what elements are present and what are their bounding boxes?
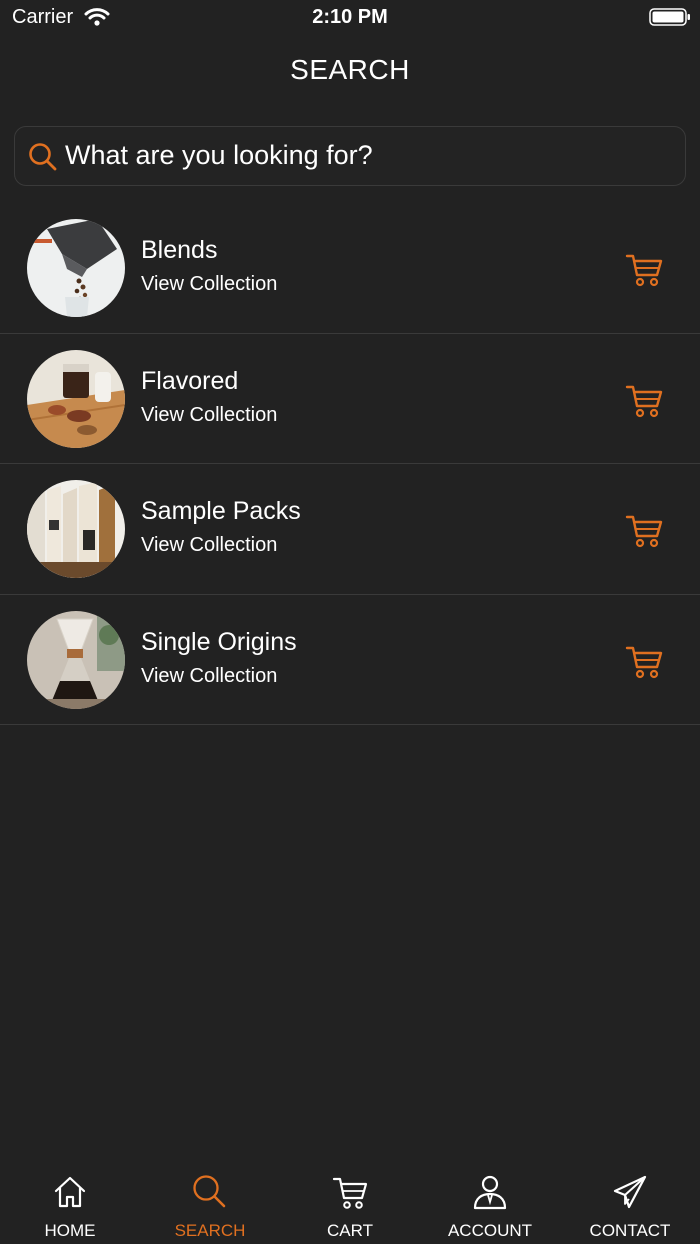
account-icon [472,1174,508,1210]
page-title: SEARCH [290,54,410,85]
search-input[interactable] [65,127,675,184]
tab-home[interactable]: HOME [0,1164,140,1244]
item-title: Blends [141,236,218,264]
list-item[interactable]: Single Origins View Collection [0,595,700,725]
item-subtitle: View Collection [141,664,278,687]
tab-label: CONTACT [589,1221,671,1240]
cart-icon [332,1174,368,1210]
list-item[interactable]: Blends View Collection [0,203,700,334]
paper-plane-icon [612,1174,648,1210]
tab-bar: HOME SEARCH CART ACCOUNT CONTACT [0,1164,700,1244]
search-icon [192,1174,228,1210]
tab-search[interactable]: SEARCH [140,1164,280,1244]
collection-list: Blends View Collection Flavored View Col… [0,203,700,725]
item-title: Sample Packs [141,497,301,525]
coffee-beans-pouring-photo [27,219,125,317]
item-title: Single Origins [141,627,297,656]
tab-cart[interactable]: CART [280,1164,420,1244]
coffee-bags-on-shelf-photo [27,480,125,578]
search-bar[interactable] [14,126,686,186]
tab-label: CART [327,1221,373,1240]
item-title: Flavored [141,366,239,395]
list-item[interactable]: Sample Packs View Collection [0,464,700,595]
item-subtitle: View Collection [141,403,278,426]
add-to-cart-icon[interactable] [624,249,664,289]
chemex-coffee-maker-photo [27,610,125,709]
status-time: 2:10 PM [312,6,388,28]
list-item[interactable]: Flavored View Collection [0,334,700,464]
status-bar: Carrier 2:10 PM [0,0,700,36]
tab-account[interactable]: ACCOUNT [420,1164,560,1244]
search-icon [28,142,58,172]
tab-label: ACCOUNT [447,1221,533,1240]
item-subtitle: View Collection [141,273,278,295]
search-screen: Carrier 2:10 PM SEARCH What are you look… [0,0,700,1244]
item-subtitle: View Collection [141,534,278,556]
add-to-cart-icon[interactable] [624,641,664,681]
tab-label: SEARCH [174,1221,246,1240]
add-to-cart-icon[interactable] [624,380,664,420]
add-to-cart-icon[interactable] [624,510,664,550]
coffee-cups-on-table-photo [27,349,125,448]
tab-contact[interactable]: CONTACT [560,1164,700,1244]
battery-icon [649,7,691,27]
tab-label: HOME [44,1221,96,1240]
home-icon [52,1174,88,1210]
